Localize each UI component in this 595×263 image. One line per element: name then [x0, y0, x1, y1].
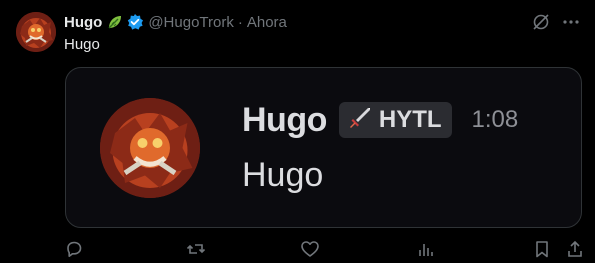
- tweet-header: Hugo @HugoTrork · Ahora: [64, 12, 287, 32]
- card-time: 1:08: [471, 106, 519, 133]
- views-icon[interactable]: [416, 239, 436, 259]
- card-avatar: [100, 98, 200, 198]
- card-author-name: Hugo: [242, 100, 327, 139]
- like-icon[interactable]: [300, 239, 320, 259]
- tweet[interactable]: Hugo @HugoTrork · Ahora Hugo Hugo HYTL 1…: [0, 0, 595, 263]
- sword-icon: [347, 105, 373, 136]
- clan-tag-text: HYTL: [378, 106, 442, 133]
- top-right-controls: [531, 12, 581, 32]
- verified-badge-icon: [126, 13, 144, 31]
- more-icon[interactable]: [561, 12, 581, 32]
- bookmark-icon[interactable]: [532, 239, 552, 259]
- tweet-text: Hugo: [64, 36, 100, 53]
- clan-tag-badge: HYTL: [338, 102, 452, 138]
- retweet-icon[interactable]: [186, 239, 206, 259]
- tweet-time[interactable]: Ahora: [247, 14, 287, 31]
- share-icon[interactable]: [565, 239, 585, 259]
- card-header: Hugo HYTL 1:08: [242, 100, 518, 140]
- leaf-icon: [106, 13, 124, 31]
- author-name[interactable]: Hugo: [64, 14, 102, 31]
- card-message: Hugo: [242, 156, 324, 194]
- grok-icon[interactable]: [531, 12, 551, 32]
- embedded-image-card[interactable]: Hugo HYTL 1:08 Hugo: [65, 67, 582, 228]
- reply-icon[interactable]: [64, 239, 84, 259]
- avatar[interactable]: [16, 12, 56, 52]
- action-bar: [0, 239, 595, 261]
- separator-dot: ·: [237, 13, 243, 31]
- author-handle[interactable]: @HugoTrork: [148, 14, 234, 31]
